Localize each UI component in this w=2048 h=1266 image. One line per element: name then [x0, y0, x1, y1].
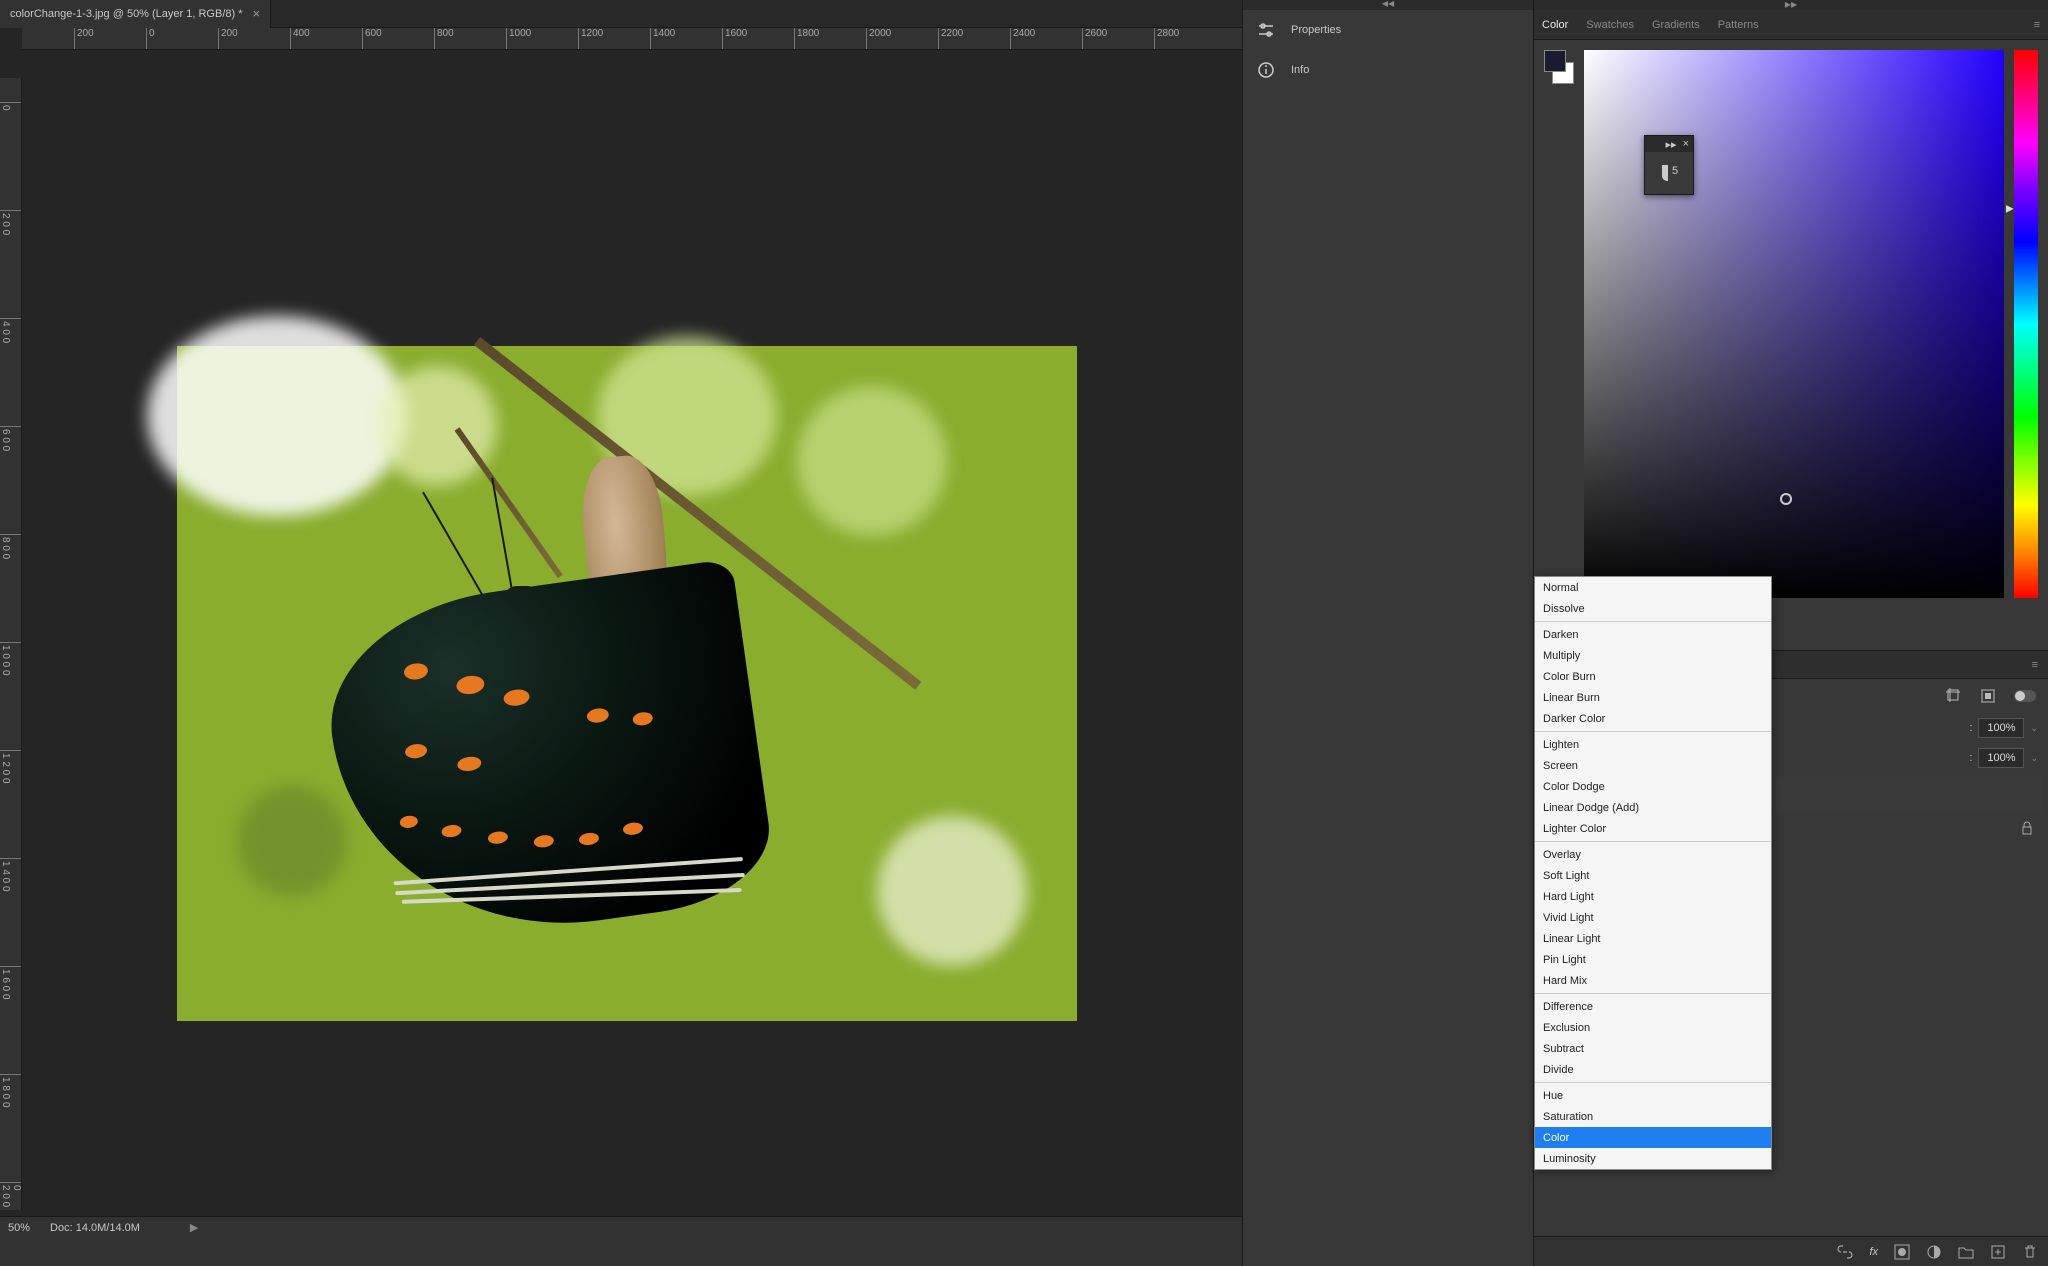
- opacity-label-suffix: :: [1969, 722, 1972, 734]
- blend-mode-color[interactable]: Color: [1535, 1127, 1771, 1148]
- bokeh-highlight: [147, 316, 407, 516]
- toggle-switch[interactable]: [2014, 690, 2036, 702]
- link-icon[interactable]: [1837, 1244, 1853, 1260]
- properties-label: Properties: [1291, 24, 1341, 36]
- panel-collapse-handle[interactable]: ▶▶: [1534, 0, 2048, 10]
- info-icon: [1257, 61, 1275, 79]
- trash-icon[interactable]: [2022, 1244, 2038, 1260]
- floating-mini-panel[interactable]: ▸▸ × 5: [1644, 135, 1694, 195]
- info-panel-button[interactable]: Info: [1243, 50, 1533, 90]
- svg-text:5: 5: [1672, 165, 1678, 177]
- canvas-viewport[interactable]: [22, 78, 1242, 1210]
- blend-mode-soft-light[interactable]: Soft Light: [1535, 865, 1771, 886]
- document-info[interactable]: Doc: 14.0M/14.0M: [50, 1222, 140, 1234]
- foreground-swatch[interactable]: [1544, 50, 1566, 72]
- blend-mode-dissolve[interactable]: Dissolve: [1535, 598, 1771, 619]
- sliders-icon: [1257, 21, 1275, 39]
- tab-color[interactable]: Color: [1542, 19, 1568, 31]
- layers-footer: fx: [1534, 1236, 2048, 1266]
- blend-mode-darker-color[interactable]: Darker Color: [1535, 708, 1771, 729]
- fill-label-suffix: :: [1969, 752, 1972, 764]
- blend-mode-color-dodge[interactable]: Color Dodge: [1535, 776, 1771, 797]
- mask-icon[interactable]: [1894, 1244, 1910, 1260]
- blend-mode-saturation[interactable]: Saturation: [1535, 1106, 1771, 1127]
- tab-patterns[interactable]: Patterns: [1718, 19, 1759, 31]
- blend-mode-overlay[interactable]: Overlay: [1535, 844, 1771, 865]
- chevron-down-icon[interactable]: ⌄: [2030, 753, 2038, 764]
- blend-mode-vivid-light[interactable]: Vivid Light: [1535, 907, 1771, 928]
- blend-mode-subtract[interactable]: Subtract: [1535, 1038, 1771, 1059]
- image-artboard[interactable]: [177, 346, 1077, 1021]
- crop-icon[interactable]: [1946, 688, 1962, 704]
- blend-mode-normal[interactable]: Normal: [1535, 577, 1771, 598]
- blend-mode-hard-mix[interactable]: Hard Mix: [1535, 970, 1771, 991]
- panel-menu-icon[interactable]: ≡: [2032, 659, 2038, 671]
- butterfly-wing: [315, 558, 778, 953]
- blend-mode-pin-light[interactable]: Pin Light: [1535, 949, 1771, 970]
- new-layer-icon[interactable]: [1990, 1244, 2006, 1260]
- antenna: [422, 492, 484, 597]
- close-icon[interactable]: ×: [1683, 138, 1689, 150]
- status-arrow-icon[interactable]: ▶: [190, 1221, 198, 1234]
- color-picker-body: ▸▸ × 5 ▶: [1534, 40, 2048, 610]
- blend-mode-screen[interactable]: Screen: [1535, 755, 1771, 776]
- info-label: Info: [1291, 64, 1309, 76]
- bokeh-highlight: [877, 816, 1027, 966]
- blend-mode-exclusion[interactable]: Exclusion: [1535, 1017, 1771, 1038]
- fill-input[interactable]: [1978, 748, 2024, 768]
- foreground-background-swatch[interactable]: [1544, 50, 1574, 84]
- saturation-value-picker[interactable]: ▸▸ × 5: [1584, 50, 2004, 598]
- mini-panel-header[interactable]: ▸▸ ×: [1645, 136, 1693, 152]
- blend-mode-dropdown[interactable]: NormalDissolveDarkenMultiplyColor BurnLi…: [1534, 576, 1772, 1170]
- document-tab-title: colorChange-1-3.jpg @ 50% (Layer 1, RGB/…: [10, 8, 243, 20]
- blend-mode-darken[interactable]: Darken: [1535, 624, 1771, 645]
- status-bar: 50% Doc: 14.0M/14.0M ▶: [0, 1216, 1242, 1238]
- blend-mode-linear-burn[interactable]: Linear Burn: [1535, 687, 1771, 708]
- tab-swatches[interactable]: Swatches: [1586, 19, 1634, 31]
- lock-icon[interactable]: [2020, 821, 2034, 835]
- bokeh-highlight: [797, 386, 947, 536]
- close-tab-icon[interactable]: ×: [253, 6, 261, 21]
- tab-gradients[interactable]: Gradients: [1652, 19, 1700, 31]
- artboard-icon[interactable]: [1980, 688, 1996, 704]
- blend-mode-multiply[interactable]: Multiply: [1535, 645, 1771, 666]
- mini-panel-body[interactable]: 5: [1645, 152, 1693, 194]
- fx-icon[interactable]: fx: [1869, 1246, 1878, 1258]
- zoom-level[interactable]: 50%: [8, 1222, 30, 1234]
- adjustment-icon[interactable]: [1926, 1244, 1942, 1260]
- color-panel-tabs: Color Swatches Gradients Patterns ≡: [1534, 10, 2048, 40]
- chevron-down-icon[interactable]: ⌄: [2030, 723, 2038, 734]
- butterfly: [297, 546, 777, 926]
- brush-icon: 5: [1658, 162, 1680, 184]
- color-cursor[interactable]: [1780, 493, 1792, 505]
- blend-mode-hard-light[interactable]: Hard Light: [1535, 886, 1771, 907]
- canvas-area: 4002000200400600800100012001400160018002…: [0, 28, 1242, 1238]
- bokeh-highlight: [377, 366, 497, 486]
- blend-mode-difference[interactable]: Difference: [1535, 996, 1771, 1017]
- document-tab[interactable]: colorChange-1-3.jpg @ 50% (Layer 1, RGB/…: [0, 0, 271, 28]
- blend-mode-linear-dodge-add-[interactable]: Linear Dodge (Add): [1535, 797, 1771, 818]
- panel-menu-icon[interactable]: ≡: [2034, 19, 2040, 31]
- collapsed-panel-group: ◀◀ Properties Info: [1242, 0, 1534, 1266]
- blend-mode-lighter-color[interactable]: Lighter Color: [1535, 818, 1771, 839]
- hue-slider[interactable]: ▶: [2014, 50, 2038, 598]
- blend-mode-linear-light[interactable]: Linear Light: [1535, 928, 1771, 949]
- blend-mode-color-burn[interactable]: Color Burn: [1535, 666, 1771, 687]
- blend-mode-divide[interactable]: Divide: [1535, 1059, 1771, 1080]
- blend-mode-hue[interactable]: Hue: [1535, 1085, 1771, 1106]
- folder-icon[interactable]: [1958, 1244, 1974, 1260]
- blend-mode-luminosity[interactable]: Luminosity: [1535, 1148, 1771, 1169]
- properties-panel-button[interactable]: Properties: [1243, 10, 1533, 50]
- hue-cursor[interactable]: ▶: [2006, 203, 2014, 214]
- vertical-ruler[interactable]: 02 0 04 0 06 0 08 0 01 0 0 01 2 0 01 4 0…: [0, 78, 22, 1210]
- blend-mode-lighten[interactable]: Lighten: [1535, 734, 1771, 755]
- horizontal-ruler[interactable]: 4002000200400600800100012001400160018002…: [22, 28, 1242, 50]
- collapse-icon[interactable]: ▸▸: [1666, 138, 1677, 151]
- opacity-input[interactable]: [1978, 718, 2024, 738]
- panel-collapse-handle[interactable]: ◀◀: [1243, 0, 1533, 10]
